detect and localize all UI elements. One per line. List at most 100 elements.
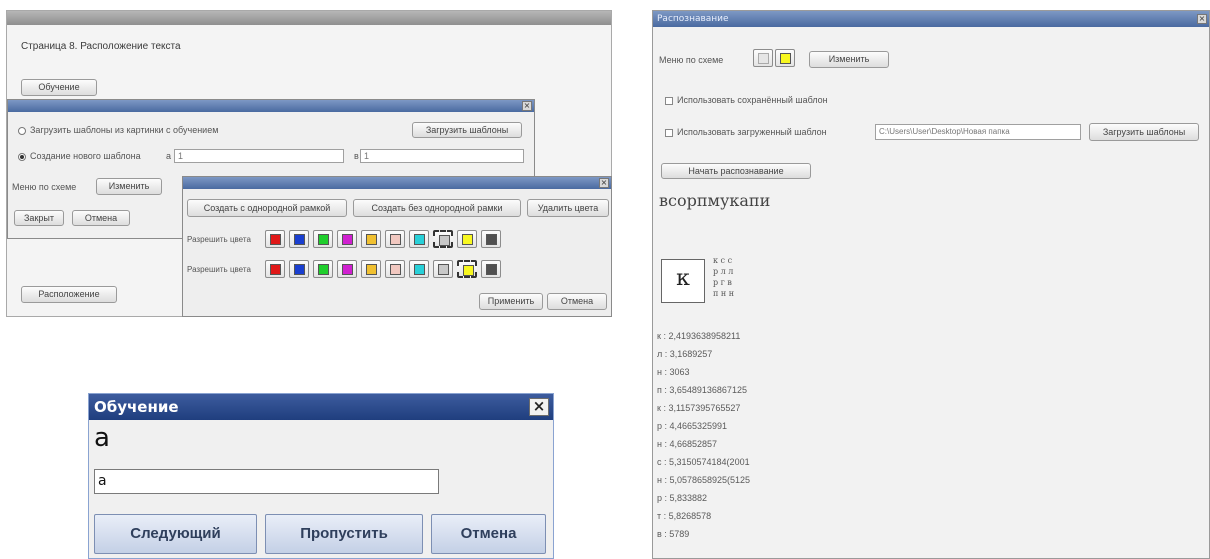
color-swatch-button[interactable] [361,230,381,248]
recognition-result-text: всорпмукапи [659,191,771,210]
color-swatch-button[interactable] [433,230,453,248]
color-picker-titlebar [183,177,611,189]
color-swatch [342,234,353,245]
color-swatch-button[interactable] [457,260,477,278]
color-swatch-button[interactable] [337,260,357,278]
dialog-cancel-button[interactable]: Отмена [72,210,130,226]
color-swatch-button[interactable] [289,260,309,278]
tab-delete-colors[interactable]: Удалить цвета [527,199,609,217]
color-swatch [390,234,401,245]
dialog-ok-button[interactable]: Закрыт [14,210,64,226]
score-line: р : 5,833882 [657,493,708,503]
score-line: с : 5,3150574184(2001 [657,457,750,467]
color-swatch [270,234,281,245]
recognition-window: Распознавание × Меню по схеме Изменить И… [652,10,1210,559]
use-file-template-checkbox[interactable] [665,129,673,137]
noise-mode-label: Меню по схеме [12,182,77,192]
recognition-close-icon[interactable]: × [1197,14,1207,24]
color-swatch-button[interactable] [265,230,285,248]
use-saved-template-checkbox[interactable] [665,97,673,105]
color-swatch-button[interactable] [481,260,501,278]
training-dialog: Обучение × а а Следующий Пропустить Отме… [88,393,554,559]
tab-create-nonuniform[interactable]: Создать без однородной рамки [353,199,521,217]
color-cancel-button[interactable]: Отмена [547,293,607,310]
training-dialog-title: Обучение [89,394,553,420]
color-swatch [318,264,329,275]
color-swatch-button[interactable] [409,230,429,248]
skip-button[interactable]: Пропустить [265,514,423,554]
template-file-path[interactable]: C:\Users\User\Desktop\Новая папка [875,124,1081,140]
color-swatch-button[interactable] [457,230,477,248]
color-picker-close-icon[interactable]: × [599,178,609,188]
training-button[interactable]: Обучение [21,79,97,96]
color-apply-button[interactable]: Применить [479,293,543,310]
color-swatch [294,234,305,245]
training-close-icon[interactable]: × [529,398,549,416]
use-file-template-label: Использовать загруженный шаблон [677,127,827,137]
color-swatch-button[interactable] [265,260,285,278]
training-cancel-button[interactable]: Отмена [431,514,546,554]
color-swatch [414,234,425,245]
score-line: п : 3,65489136867125 [657,385,747,395]
change-noise-button[interactable]: Изменить [96,178,162,195]
load-templates-button[interactable]: Загрузить шаблоны [412,122,522,138]
color-swatch [439,235,450,246]
color-swatch-button[interactable] [337,230,357,248]
layout-button[interactable]: Расположение [21,286,117,303]
recognized-glyph: к [676,266,690,291]
color-swatch [342,264,353,275]
color-swatch-button[interactable] [385,260,405,278]
color-swatch [486,234,497,245]
training-input[interactable]: а [94,469,439,494]
color-picker-dialog: × Создать с однородной рамкой Создать бе… [182,176,612,317]
color-swatch [463,265,474,276]
score-line: н : 3063 [657,367,690,377]
color-swatch-button[interactable] [313,230,333,248]
start-recognition-button[interactable]: Начать распознавание [661,163,811,179]
mode-swatch-empty[interactable] [753,49,773,67]
field-b-input[interactable]: 1 [360,149,524,163]
color-swatch-button[interactable] [313,260,333,278]
row2-label: Разрешить цвета [187,265,251,274]
color-swatch [366,264,377,275]
use-saved-template-label: Использовать сохранённый шаблон [677,95,828,105]
load-templates-radio[interactable] [18,127,26,135]
load-templates-label: Загрузить шаблоны из картинки с обучение… [30,125,219,135]
recognition-change-button[interactable]: Изменить [809,51,889,68]
color-swatch [294,264,305,275]
mode-swatch-yellow[interactable] [775,49,795,67]
glyph-candidate-row: п н н [713,289,735,298]
score-line: л : 3,1689257 [657,349,713,359]
recognition-titlebar: Распознавание [653,11,1209,27]
recognition-mode-label: Меню по схеме [659,55,724,65]
recognized-glyph-box: к [661,259,705,303]
score-line: к : 3,1157395765527 [657,403,741,413]
color-swatch [486,264,497,275]
color-swatch-button[interactable] [409,260,429,278]
score-line: в : 5789 [657,529,690,539]
tab-create-uniform[interactable]: Создать с однородной рамкой [187,199,347,217]
color-swatch-button[interactable] [361,260,381,278]
create-template-label: Создание нового шаблона [30,151,141,161]
score-line: р : 4,4665325991 [657,421,728,431]
next-button[interactable]: Следующий [94,514,257,554]
color-swatch-button[interactable] [481,230,501,248]
color-swatch-button[interactable] [433,260,453,278]
color-swatch [270,264,281,275]
create-template-radio[interactable] [18,153,26,161]
page-settings-titlebar [7,11,611,25]
score-line: н : 5,0578658925(5125 [657,475,751,485]
templates-dialog-close-icon[interactable]: × [522,101,532,111]
color-swatch-button[interactable] [385,230,405,248]
field-a-input[interactable]: 1 [174,149,344,163]
color-swatch [390,264,401,275]
color-swatch-button[interactable] [289,230,309,248]
color-swatch [318,234,329,245]
row1-label: Разрешить цвета [187,235,251,244]
template-browse-button[interactable]: Загрузить шаблоны [1089,123,1199,141]
glyph-candidate-row: к с с [713,256,733,265]
color-swatch [438,264,449,275]
color-swatch [462,234,473,245]
color-swatch [366,234,377,245]
glyph-candidates: к с с р л л р г в п н н [713,255,734,299]
